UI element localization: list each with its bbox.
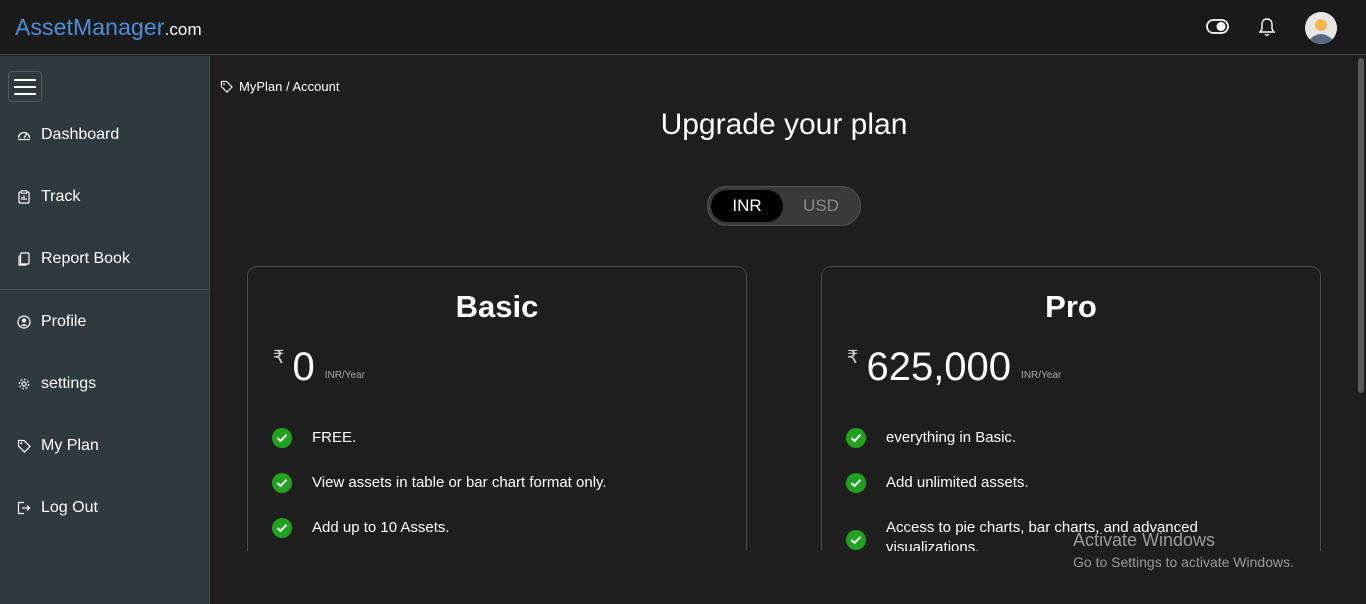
watermark-title: Activate Windows [1073,530,1216,550]
brand-tld: .com [164,20,202,39]
dashboard-icon [16,127,32,143]
plan-title: Basic [455,289,539,324]
feature-text: View assets in table or bar chart format… [312,474,607,491]
brand-name: AssetManager [15,14,165,40]
price-amount: 625,000 [866,345,1012,389]
feature-text: Add up to 10 Assets. [312,519,450,536]
check-icon [846,428,866,448]
scrollbar[interactable] [1356,56,1366,604]
check-icon [272,428,292,448]
feature-text: everything in Basic. [886,429,1017,446]
sidebar-item-label: Profile [41,313,87,330]
sidebar: Dashboard Track Report Book Profile sett… [0,56,210,604]
sidebar-item-label: Report Book [41,250,130,267]
sidebar-item-dashboard[interactable]: Dashboard [0,115,209,155]
theme-toggle-icon[interactable] [1206,18,1229,35]
currency-option-inr[interactable]: INR [711,190,783,222]
plan-title: Pro [1045,289,1097,324]
sidebar-item-label: settings [41,375,97,392]
windows-activation-watermark: Activate Windows Go to Settings to activ… [1073,530,1294,570]
scrollbar-thumb[interactable] [1358,58,1364,393]
check-icon [272,473,292,493]
tag-icon [220,80,233,93]
price-period: INR/Year [324,370,365,381]
feature-item: FREE. [272,428,732,448]
sidebar-item-report-book[interactable]: Report Book [0,239,209,279]
avatar[interactable] [1305,12,1337,44]
currency-symbol: ₹ [847,347,859,367]
bell-icon[interactable] [1256,16,1278,38]
sidebar-item-label: Log Out [41,499,98,516]
currency-option-usd[interactable]: USD [785,190,857,222]
sidebar-item-log-out[interactable]: Log Out [0,488,209,528]
breadcrumb-text: MyPlan / Account [239,79,340,94]
check-icon [272,518,292,538]
gear-icon [16,376,32,392]
feature-text: FREE. [312,429,357,446]
profile-icon [16,314,32,330]
feature-text: Add unlimited assets. [886,474,1029,491]
price-amount: 0 [292,345,315,389]
page-title: Upgrade your plan [660,108,908,141]
check-icon [846,473,866,493]
plan-price: ₹ 0 INR/Year [273,345,365,389]
sidebar-item-my-plan[interactable]: My Plan [0,426,209,466]
hamburger-icon [14,78,36,95]
sidebar-item-label: My Plan [41,437,99,454]
sidebar-item-settings[interactable]: settings [0,364,209,404]
sidebar-item-label: Dashboard [41,126,120,143]
price-period: INR/Year [1021,370,1062,381]
breadcrumb: MyPlan / Account [220,79,339,94]
clipboard-icon [16,189,32,205]
feature-item: Add unlimited assets. [846,473,1306,493]
feature-item: View assets in table or bar chart format… [272,473,732,493]
sidebar-item-track[interactable]: Track [0,177,209,217]
top-bar: AssetManager.com [0,0,1366,55]
plan-card-pro: Pro ₹ 625,000 INR/Year everything in Bas… [821,266,1321,566]
feature-item: everything in Basic. [846,428,1306,448]
plan-card-basic: Basic ₹ 0 INR/Year FREE. View assets in … [247,266,747,566]
plan-price: ₹ 625,000 INR/Year [847,345,1061,389]
currency-toggle: INR USD [707,186,861,226]
currency-symbol: ₹ [273,347,285,367]
menu-toggle-button[interactable] [8,71,42,102]
feature-item: Add up to 10 Assets. [272,518,732,538]
sidebar-item-label: Track [41,188,81,205]
check-icon [846,530,866,550]
watermark-subtitle: Go to Settings to activate Windows. [1073,554,1294,570]
sidebar-item-profile[interactable]: Profile [0,302,209,342]
brand-logo[interactable]: AssetManager.com [15,14,202,41]
report-book-icon [16,251,32,267]
tag-icon [16,438,32,454]
logout-icon [16,500,32,516]
sidebar-divider [0,289,209,290]
